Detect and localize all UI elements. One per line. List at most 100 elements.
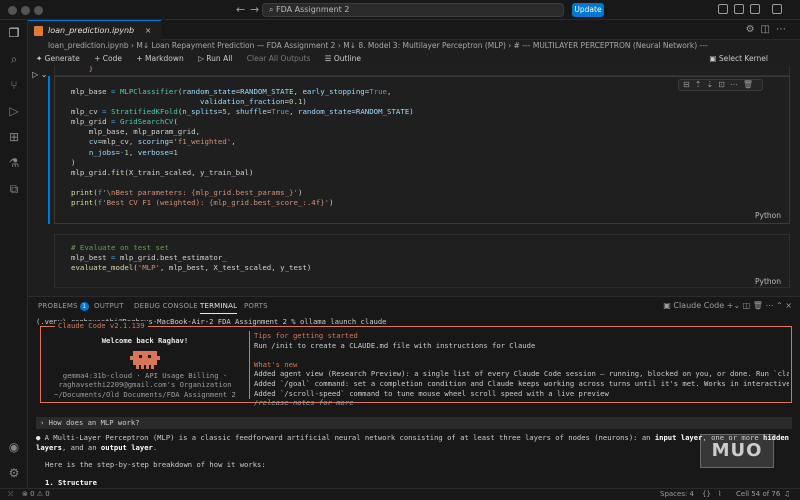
terminal-toolbar: ▣ Claude Code +⌄ ◫ 🗑 ⋯ ⌃ × xyxy=(663,301,792,310)
terminal-name[interactable]: Claude Code xyxy=(673,301,724,310)
clear-all-outputs-button[interactable]: Clear All Outputs xyxy=(247,54,311,63)
feedback-icon[interactable]: ⌇ xyxy=(718,489,721,500)
whats-new-item: Added `/goal` command: set a completion … xyxy=(254,378,789,388)
activity-bar: ❐ ⌕ ⑂ ▷ ⊞ ⚗ ⧉ ◉ ⚙ xyxy=(0,20,28,488)
testing-icon[interactable]: ⚗ xyxy=(7,156,21,170)
add-code-button[interactable]: + Code xyxy=(94,54,122,63)
tab-loan-prediction[interactable]: loan_prediction.ipynb × xyxy=(28,20,162,40)
welcome-divider xyxy=(249,331,250,399)
cell-code: # Evaluate on test set mlp_best = mlp_gr… xyxy=(71,243,312,273)
minimize-window-button[interactable] xyxy=(21,6,30,15)
python-icon[interactable]: ⧉ xyxy=(7,182,21,196)
chevron-down-icon[interactable]: ⌄ xyxy=(733,301,740,310)
cell-language-label[interactable]: Python xyxy=(755,277,781,286)
more-icon[interactable]: ⋯ xyxy=(766,301,774,310)
cell-code: } xyxy=(71,66,94,73)
account-icon[interactable]: ◉ xyxy=(7,440,21,454)
tab-ports[interactable]: PORTS xyxy=(244,302,268,310)
answer-bold-input-layer: input layer xyxy=(654,433,703,442)
cell-language-label[interactable]: Python xyxy=(755,211,781,220)
generate-button[interactable]: ✦ Generate xyxy=(36,54,80,63)
indentation-setting[interactable]: Spaces: 4 xyxy=(660,489,694,500)
model-info: gemma4:31b-cloud · API Usage Billing · xyxy=(62,370,228,380)
tab-problems[interactable]: PROBLEMS 1 xyxy=(38,302,89,311)
answer-text: . xyxy=(152,442,158,452)
run-cell-icon[interactable]: ▷ ⌄ xyxy=(32,70,47,79)
run-all-button[interactable]: ▷ Run All xyxy=(198,54,232,63)
outline-button[interactable]: ☰ Outline xyxy=(325,54,361,63)
add-markdown-button[interactable]: + Markdown xyxy=(136,54,183,63)
explorer-icon[interactable]: ❐ xyxy=(7,26,21,40)
terminal-output[interactable]: (.venv) raghavsethi@Raghavs-MacBook-Air-… xyxy=(36,317,796,489)
maximize-window-button[interactable] xyxy=(34,6,43,15)
select-kernel-label: Select Kernel xyxy=(718,54,768,63)
whats-new-item: Added agent view (Research Preview): a s… xyxy=(254,369,789,379)
notebook-editor: } ▷ ⌄ ⊟⇡⇣⊡⋯🗑 mlp_base = MLPClassifier(ra… xyxy=(28,66,800,296)
answer-text: , and an xyxy=(61,442,101,452)
back-arrow-icon[interactable]: ← xyxy=(236,3,245,16)
toggle-panel-icon[interactable] xyxy=(734,4,744,14)
close-tab-icon[interactable]: × xyxy=(145,26,152,35)
run-by-line-icon[interactable]: ⊟ xyxy=(683,80,695,89)
close-window-button[interactable] xyxy=(8,6,17,15)
tab-output[interactable]: OUTPUT xyxy=(94,302,124,310)
cell-toolbar: ⊟⇡⇣⊡⋯🗑 xyxy=(678,79,763,91)
select-kernel-button[interactable]: ▣ Select Kernel xyxy=(709,53,780,65)
tips-title: Tips for getting started xyxy=(254,331,358,340)
customize-layout-icon[interactable] xyxy=(772,4,782,14)
update-button[interactable]: Update xyxy=(572,3,604,17)
terminal-icon: ▣ xyxy=(663,301,671,310)
toggle-secondary-sidebar-icon[interactable] xyxy=(750,4,760,14)
split-terminal-icon[interactable]: ◫ xyxy=(743,301,751,310)
execute-above-icon[interactable]: ⇡ xyxy=(695,80,707,89)
panel-tabs: PROBLEMS 1 OUTPUT DEBUG CONSOLE TERMINAL … xyxy=(28,297,800,315)
notifications-bell-icon[interactable]: ♫ xyxy=(784,489,790,500)
welcome-panel: Welcome back Raghav! gemma4:31b-cloud · … xyxy=(41,327,249,399)
forward-arrow-icon[interactable]: → xyxy=(250,3,259,16)
whats-new-title: What's new xyxy=(254,359,298,369)
command-center-search[interactable]: ⌕ FDA Assignment 2 xyxy=(262,3,564,17)
release-notes-hint: /release-notes for more xyxy=(254,398,354,408)
title-bar: ← → ⌕ FDA Assignment 2 Update xyxy=(0,0,800,20)
tab-debug-console[interactable]: DEBUG CONSOLE xyxy=(134,302,198,310)
muo-watermark: MUO xyxy=(700,434,774,468)
close-panel-icon[interactable]: × xyxy=(785,301,792,310)
more-actions-icon[interactable]: ⋯ xyxy=(776,24,792,35)
code-cell-evaluate[interactable]: # Evaluate on test set mlp_best = mlp_gr… xyxy=(54,234,790,288)
kill-terminal-icon[interactable]: 🗑 xyxy=(753,301,763,310)
code-cell-mlp[interactable]: ⊟⇡⇣⊡⋯🗑 mlp_base = MLPClassifier(random_s… xyxy=(54,76,790,224)
manage-gear-icon[interactable]: ⚙ xyxy=(7,466,21,480)
braces-icon[interactable]: {} xyxy=(702,489,711,500)
answer-paragraph: ● A Multi-Layer Perceptron (MLP) is a cl… xyxy=(36,433,792,452)
more-icon[interactable]: ⋯ xyxy=(730,80,743,89)
code-cell-previous[interactable]: } xyxy=(54,66,790,76)
cell-position[interactable]: Cell 54 of 76 xyxy=(736,489,780,500)
tips-panel: Tips for getting started Run /init to cr… xyxy=(254,331,789,408)
workspace-name: FDA Assignment 2 xyxy=(276,5,350,14)
claude-code-welcome-box: Claude Code v2.1.139 Welcome back Raghav… xyxy=(40,321,792,407)
breadcrumb[interactable]: loan_prediction.ipynb › M↓ Loan Repaymen… xyxy=(28,40,800,53)
search-icon: ⌕ xyxy=(269,5,277,14)
source-control-icon[interactable]: ⑂ xyxy=(7,78,21,92)
problems-count-badge: 1 xyxy=(79,302,89,311)
tab-terminal[interactable]: TERMINAL xyxy=(200,302,238,314)
bullet-icon: ● xyxy=(36,433,45,442)
split-icon[interactable]: ◫ xyxy=(761,24,776,35)
run-debug-icon[interactable]: ▷ xyxy=(7,104,21,118)
status-bar: ⤫ ⊗ 0 ⚠ 0 Spaces: 4 {} ⌇ Cell 54 of 76 ♫ xyxy=(0,488,800,500)
split-editor-icon[interactable]: ⚙ xyxy=(746,24,761,35)
answer-text: A Multi-Layer Perceptron (MLP) is a clas… xyxy=(44,433,655,442)
welcome-message: Welcome back Raghav! xyxy=(101,336,189,345)
maximize-panel-icon[interactable]: ⌃ xyxy=(776,301,783,310)
toggle-sidebar-icon[interactable] xyxy=(718,4,728,14)
delete-cell-icon[interactable]: 🗑 xyxy=(743,80,758,89)
search-icon[interactable]: ⌕ xyxy=(7,52,21,66)
errors-warnings-icon[interactable]: ⊗ 0 ⚠ 0 xyxy=(22,489,50,500)
working-directory: ~/Documents/Old Documents/FDA Assignment… xyxy=(54,389,236,399)
extensions-icon[interactable]: ⊞ xyxy=(7,130,21,144)
remote-icon[interactable]: ⤫ xyxy=(8,489,14,500)
answer-bold-output-layer: output layer xyxy=(100,442,153,452)
execute-below-icon[interactable]: ⇣ xyxy=(706,80,718,89)
split-cell-icon[interactable]: ⊡ xyxy=(718,80,730,89)
answer-paragraph: Here is the step-by-step breakdown of ho… xyxy=(45,460,266,470)
